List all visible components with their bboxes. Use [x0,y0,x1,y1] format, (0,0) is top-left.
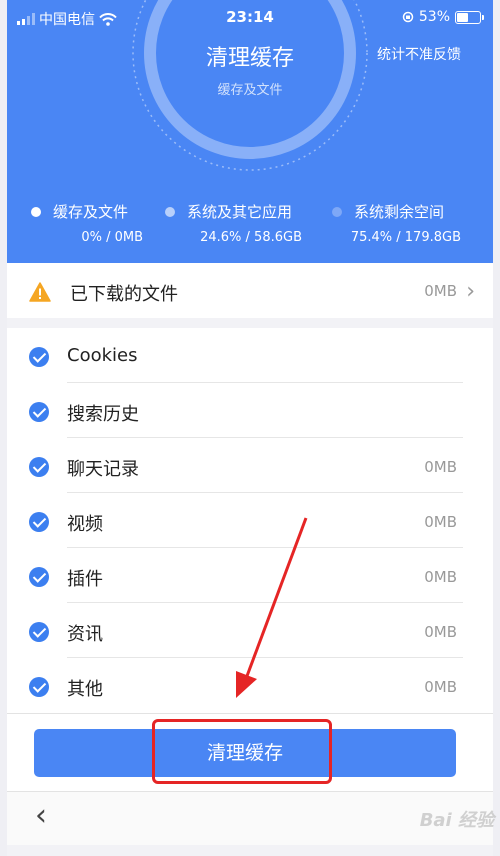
list-item-other[interactable]: 其他 0MB [7,658,493,713]
downloaded-files-size: 0MB [424,282,457,300]
list-item-plugins[interactable]: 插件 0MB [7,548,493,603]
cache-item-list: Cookies 搜索历史 聊天记录 0MB 视频 0MB 插件 0MB 资讯 0… [7,328,493,713]
checkbox-checked-icon[interactable] [29,622,49,642]
arc-label: 缓存及文件 [217,83,283,98]
checkbox-checked-icon[interactable] [29,567,49,587]
battery-icon [455,10,484,24]
downloaded-files-label: 已下载的文件 [70,284,178,305]
checkbox-checked-icon[interactable] [29,402,49,422]
clean-button-area: 清理缓存 [7,713,493,792]
checkbox-checked-icon[interactable] [29,512,49,532]
downloaded-files-row[interactable]: 已下载的文件 0MB › [7,263,493,318]
list-item-cookies[interactable]: Cookies [7,328,493,383]
legend-dot [332,206,342,217]
battery-percent: 53% [418,9,450,25]
list-item-chat-history[interactable]: 聊天记录 0MB [7,438,493,493]
list-item-search-history[interactable]: 搜索历史 [7,383,493,438]
chevron-left-icon[interactable]: ‹ [35,798,47,833]
list-item-video[interactable]: 视频 0MB [7,493,493,548]
watermark: Bai 经验 [419,810,494,831]
warning-icon [29,282,51,302]
legend-dot [31,206,41,217]
legend-dot [165,206,175,217]
list-item-news[interactable]: 资讯 0MB [7,603,493,658]
orientation-lock-icon [402,11,414,23]
feedback-link[interactable]: 统计不准反馈 [377,44,461,64]
checkbox-checked-icon[interactable] [29,347,49,367]
clean-cache-button[interactable]: 清理缓存 [34,729,456,777]
chevron-right-icon: › [466,279,475,304]
legend-free: 系统剩余空间 75.4% / 179.8GB [332,201,493,245]
header: 中国电信 23:14 53% 清理缓存 统计不准反馈 缓存及文件 缓存及文件 0… [7,0,493,263]
checkbox-checked-icon[interactable] [29,677,49,697]
checkbox-checked-icon[interactable] [29,457,49,477]
legend-system: 系统及其它应用 24.6% / 58.6GB [165,201,335,245]
app-frame: 中国电信 23:14 53% 清理缓存 统计不准反馈 缓存及文件 缓存及文件 0… [7,0,493,856]
